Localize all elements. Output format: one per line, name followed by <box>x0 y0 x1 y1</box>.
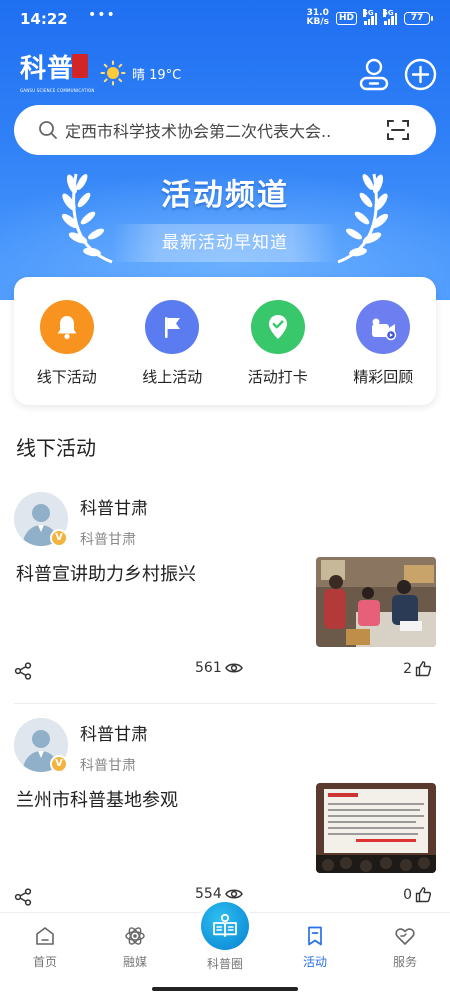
like-button[interactable]: 2 <box>403 660 432 677</box>
banner-title: 活动频道 <box>161 178 289 213</box>
tab-science-circle[interactable] <box>201 902 249 950</box>
video-camera-icon <box>356 300 411 354</box>
tab-services[interactable]: 服务 <box>370 925 440 970</box>
weather-text: 晴 19°C <box>132 67 182 83</box>
status-notification-dots: ••• <box>88 7 116 23</box>
status-time: 14:22 <box>20 10 68 28</box>
post-source: 科普甘肃 <box>80 758 136 774</box>
post-title[interactable]: 科普宣讲助力乡村振兴 <box>16 562 296 588</box>
header-banner: 14:22 ••• 31.0 KB/s HD 5G 5G 77 科普 GANSU… <box>0 0 450 300</box>
category-activity-checkin[interactable]: 活动打卡 <box>225 277 331 405</box>
weather-widget: 晴 19°C <box>100 60 181 86</box>
logo-seal <box>72 54 88 78</box>
section-title: 线下活动 <box>16 436 96 460</box>
search-input[interactable]: 定西市科学技术协会第二次代表大会.. <box>65 118 355 142</box>
post-stats: 561 2 <box>0 660 450 684</box>
scan-icon[interactable] <box>386 118 410 142</box>
search-icon <box>39 121 57 139</box>
user-profile-icon[interactable] <box>358 58 390 92</box>
status-indicators: 31.0 KB/s HD 5G 5G 77 <box>306 8 433 27</box>
verified-badge: V <box>50 529 68 547</box>
verified-badge: V <box>50 755 68 773</box>
post-title[interactable]: 兰州市科普基地参观 <box>16 788 296 814</box>
post-author[interactable]: 科普甘肃 <box>80 494 148 519</box>
category-offline-activities[interactable]: 线下活动 <box>14 277 120 405</box>
atom-icon <box>125 927 145 945</box>
app-logo: 科普 GANSU SCIENCE COMMUNICATION <box>20 54 95 93</box>
flag-icon <box>145 300 200 354</box>
thumbs-up-icon <box>415 887 432 903</box>
post-author[interactable]: 科普甘肃 <box>80 720 148 745</box>
location-check-icon <box>250 300 305 354</box>
view-count: 554 <box>195 886 243 902</box>
bookmark-icon <box>308 926 322 946</box>
book-reader-icon <box>213 913 237 937</box>
plus-circle-icon[interactable] <box>404 58 437 91</box>
thumbs-up-icon <box>415 661 432 677</box>
signal-icon: 5G <box>363 8 377 25</box>
signal-icon-2: 5G <box>383 8 397 25</box>
battery-icon: 77 <box>404 11 433 25</box>
sun-icon <box>100 60 126 86</box>
home-icon <box>36 927 54 945</box>
category-online-activities[interactable]: 线上活动 <box>120 277 226 405</box>
category-highlights-review[interactable]: 精彩回顾 <box>331 277 437 405</box>
divider <box>14 703 436 704</box>
view-count: 561 <box>195 660 243 676</box>
like-button[interactable]: 0 <box>403 886 432 903</box>
tab-science-circle-label: 科普圈 <box>206 957 243 971</box>
bell-icon <box>39 300 94 354</box>
post-thumbnail[interactable] <box>316 783 436 873</box>
post-source: 科普甘肃 <box>80 532 136 548</box>
share-icon[interactable] <box>14 888 32 906</box>
eye-icon <box>224 663 243 673</box>
hd-badge: HD <box>335 11 357 25</box>
eye-icon <box>224 889 243 899</box>
tab-media[interactable]: 融媒 <box>100 925 170 970</box>
home-indicator[interactable] <box>152 987 298 991</box>
post-thumbnail[interactable] <box>316 557 436 647</box>
post-card[interactable]: V 科普甘肃 科普甘肃 科普宣讲助力乡村振兴 561 2 <box>0 492 450 712</box>
banner-subtitle: 最新活动早知道 <box>162 233 288 253</box>
share-icon[interactable] <box>14 662 32 680</box>
tab-home[interactable]: 首页 <box>10 925 80 970</box>
search-bar[interactable]: 定西市科学技术协会第二次代表大会.. <box>14 105 436 155</box>
heart-hand-icon <box>395 928 415 945</box>
tab-activities[interactable]: 活动 <box>280 925 350 970</box>
network-speed: 31.0 KB/s <box>306 8 329 27</box>
activity-category-card: 线下活动 线上活动 活动打卡 精彩回顾 <box>14 277 436 405</box>
status-bar: 14:22 ••• 31.0 KB/s HD 5G 5G 77 <box>0 0 450 38</box>
banner-subtitle-ribbon: 最新活动早知道 <box>112 224 338 262</box>
